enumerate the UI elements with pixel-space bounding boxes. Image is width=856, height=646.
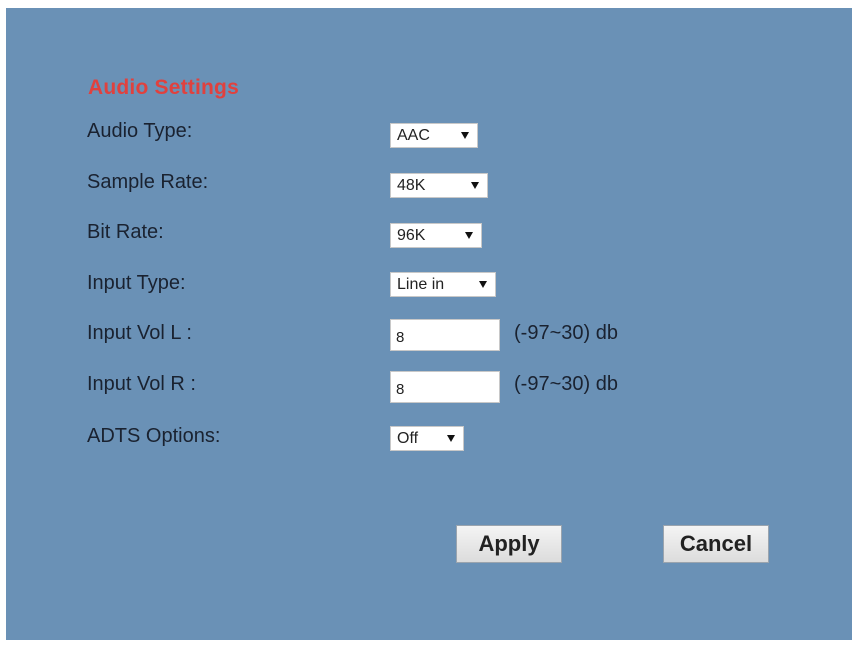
adts-options-label: ADTS Options: [87, 425, 221, 447]
dropdown-arrow-icon [479, 281, 487, 288]
sample-rate-label: Sample Rate: [87, 171, 209, 193]
page-title: Audio Settings [88, 76, 239, 99]
input-type-label: Input Type: [87, 272, 186, 294]
input-type-select[interactable]: Line in [390, 272, 496, 297]
adts-options-value: Off [397, 429, 419, 447]
input-vol-l-range: (-97~30) db [514, 322, 618, 344]
cancel-button[interactable]: Cancel [663, 525, 769, 563]
dropdown-arrow-icon [461, 132, 469, 139]
sample-rate-value: 48K [397, 176, 426, 194]
input-type-value: Line in [397, 275, 445, 293]
input-vol-r-label: Input Vol R : [87, 373, 196, 395]
input-vol-r-field[interactable] [390, 371, 500, 403]
audio-type-value: AAC [397, 126, 430, 144]
dropdown-arrow-icon [471, 182, 479, 189]
apply-button[interactable]: Apply [456, 525, 562, 563]
dropdown-arrow-icon [447, 435, 455, 442]
audio-type-label: Audio Type: [87, 120, 193, 142]
bit-rate-select[interactable]: 96K [390, 223, 482, 248]
adts-options-select[interactable]: Off [390, 426, 464, 451]
input-vol-l-label: Input Vol L : [87, 322, 192, 344]
bit-rate-value: 96K [397, 226, 426, 244]
dropdown-arrow-icon [465, 232, 473, 239]
bit-rate-label: Bit Rate: [87, 221, 164, 243]
input-vol-l-field[interactable] [390, 319, 500, 351]
audio-type-select[interactable]: AAC [390, 123, 478, 148]
input-vol-r-range: (-97~30) db [514, 373, 618, 395]
sample-rate-select[interactable]: 48K [390, 173, 488, 198]
